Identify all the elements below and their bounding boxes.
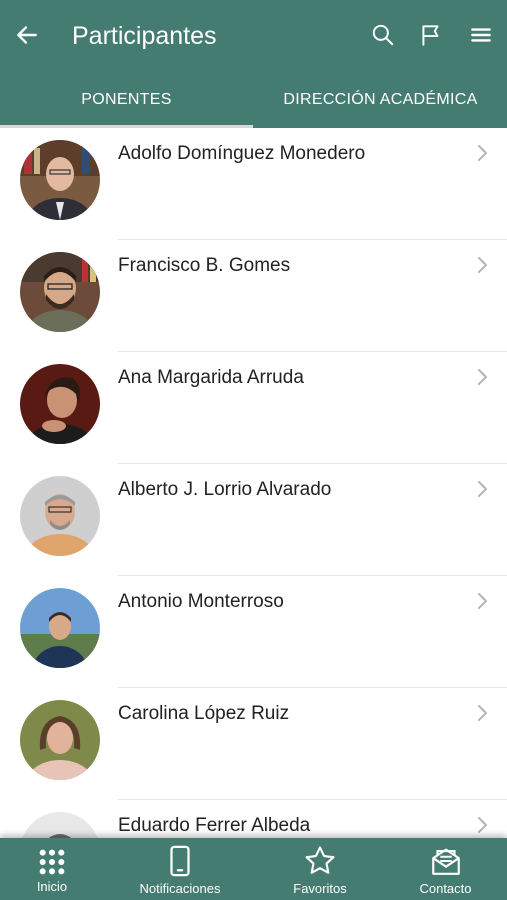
search-icon[interactable] [370,22,396,48]
app-bar: Participantes [0,0,507,72]
tab-bar: PONENTES DIRECCIÓN ACADÉMICA [0,72,507,128]
avatar [20,364,100,444]
speaker-name: Carolina López Ruiz [118,703,290,724]
avatar [20,252,100,332]
speaker-name: Eduardo Ferrer Albeda [118,815,311,836]
speaker-name: Ana Margarida Arruda [118,367,304,388]
list-item[interactable]: Antonio Monterroso [0,576,507,688]
page-title: Participantes [72,22,217,50]
list-item[interactable]: Francisco B. Gomes [0,240,507,352]
envelope-icon [431,848,460,875]
avatar [20,588,100,668]
grid-icon [39,849,65,875]
avatar [20,476,100,556]
nav-contacto-label: Contacto [419,881,472,896]
flag-icon[interactable] [418,22,444,48]
nav-contacto[interactable]: Contacto [384,838,507,900]
avatar [20,700,100,780]
nav-inicio-label: Inicio [36,879,68,894]
list-item[interactable]: Eduardo Ferrer Albeda [0,800,507,838]
arrow-left-icon[interactable] [14,22,40,48]
speaker-list: Adolfo Domínguez Monedero Francisco B. G… [0,128,507,838]
nav-favoritos[interactable]: Favoritos [256,838,384,900]
chevron-right-icon [478,593,487,609]
chevron-right-icon [478,369,487,385]
nav-notificaciones-label: Notificaciones [139,881,221,896]
chevron-right-icon [478,705,487,721]
tab-ponentes-label: PONENTES [81,91,172,108]
list-item[interactable]: Carolina López Ruiz [0,688,507,800]
nav-favoritos-label: Favoritos [293,881,347,896]
avatar [20,812,100,838]
list-item[interactable]: Alberto J. Lorrio Alvarado [0,464,507,576]
menu-icon[interactable] [468,22,494,48]
chevron-right-icon [478,145,487,161]
speaker-name: Adolfo Domínguez Monedero [118,143,366,164]
nav-notificaciones[interactable]: Notificaciones [110,838,250,900]
list-item[interactable]: Adolfo Domínguez Monedero [0,128,507,240]
list-item[interactable]: Ana Margarida Arruda [0,352,507,464]
chevron-right-icon [478,481,487,497]
nav-inicio[interactable]: Inicio [0,838,104,900]
tab-direccion-academica-label: DIRECCIÓN ACADÉMICA [283,91,478,108]
tab-ponentes[interactable]: PONENTES [0,72,253,128]
speaker-name: Alberto J. Lorrio Alvarado [118,479,332,500]
star-icon [305,846,335,874]
chevron-right-icon [478,817,487,833]
bottom-nav: Inicio Notificaciones Favoritos Contacto [0,838,507,900]
tab-direccion-academica[interactable]: DIRECCIÓN ACADÉMICA [254,72,507,128]
speaker-name: Antonio Monterroso [118,591,284,612]
phone-icon [170,845,190,877]
chevron-right-icon [478,257,487,273]
avatar [20,140,100,220]
speaker-name: Francisco B. Gomes [118,255,291,276]
